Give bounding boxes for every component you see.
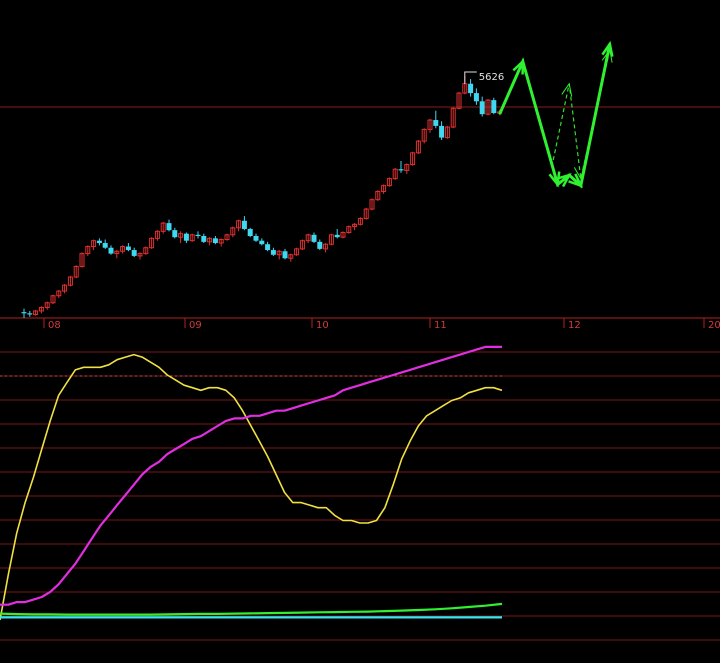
candle-body <box>21 312 27 314</box>
candle-body <box>282 251 288 259</box>
candle-body <box>212 238 218 244</box>
candle-body <box>265 244 271 251</box>
indicator-series-line <box>0 602 503 616</box>
candle-body <box>270 250 276 255</box>
candle-body <box>479 101 485 115</box>
candle-body <box>108 247 114 254</box>
candles <box>21 71 503 318</box>
candle-body <box>433 120 439 126</box>
indicator-lines <box>0 345 503 621</box>
indicator-series-line <box>0 353 503 621</box>
candle-body <box>201 236 207 242</box>
forecast-dashed-line <box>551 49 611 179</box>
time-tick-label: 08 <box>48 320 61 331</box>
candle-body <box>96 240 102 244</box>
time-tick-label: 10 <box>316 320 329 331</box>
candle-body <box>247 228 253 237</box>
chart: 08 09 10 11 12 20 5626 <box>0 40 720 641</box>
candle-body <box>241 220 247 229</box>
candle-body <box>102 243 108 248</box>
candle-body <box>398 169 404 171</box>
time-tick-label: 11 <box>434 320 447 331</box>
indicator-series-line <box>0 345 502 606</box>
candle-body <box>253 236 259 241</box>
candle-body <box>125 246 131 251</box>
candle-body <box>166 223 172 231</box>
forecast-solid-line <box>498 43 612 189</box>
time-axis: 08 09 10 11 12 20 <box>43 318 720 331</box>
time-tick-label: 12 <box>568 320 581 331</box>
forecast-lines <box>498 40 614 189</box>
time-tick-label: 20 <box>708 320 720 331</box>
candle-body <box>317 241 323 249</box>
candle-body <box>473 93 479 102</box>
price-grid <box>0 106 720 319</box>
candle-body <box>195 234 201 237</box>
candle-body <box>491 100 497 114</box>
candle-body <box>439 125 445 138</box>
time-tick-label: 09 <box>189 320 202 331</box>
candle-body <box>311 234 317 242</box>
candle-body <box>468 83 474 94</box>
candle-body <box>259 240 265 245</box>
candle-body <box>183 233 189 241</box>
candle-body <box>172 230 178 238</box>
candle-body <box>334 234 340 238</box>
candle-body <box>27 313 33 315</box>
high-price-label: 5626 <box>479 72 504 83</box>
indicator-grid <box>0 351 720 641</box>
candle-body <box>131 250 137 256</box>
